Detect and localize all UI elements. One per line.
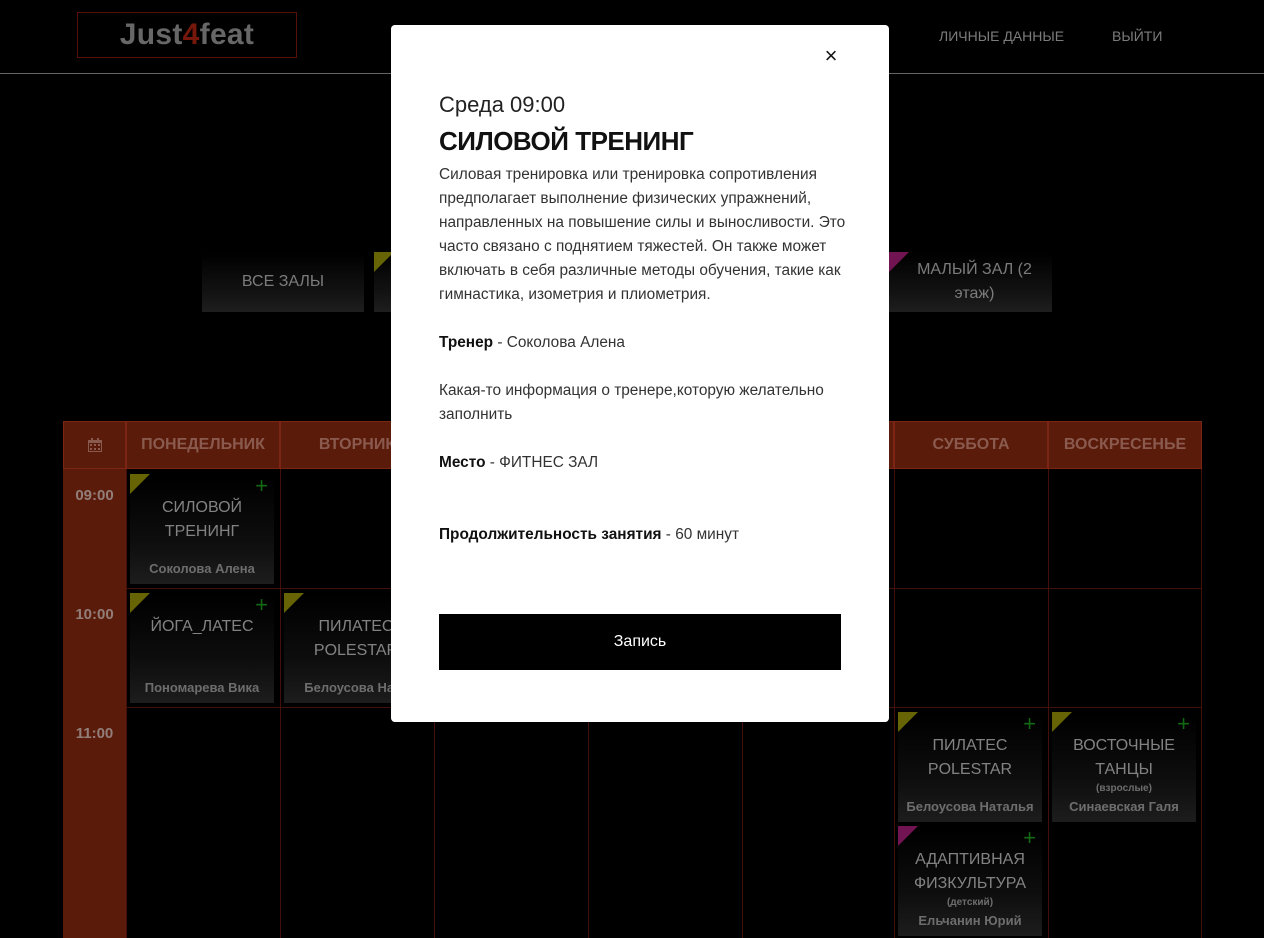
duration-label: Продолжительность занятия: [439, 526, 662, 543]
trainer-label: Тренер: [439, 334, 494, 351]
enroll-button[interactable]: Запись: [439, 614, 841, 670]
place-label: Место: [439, 454, 486, 471]
duration-value: - 60 минут: [661, 526, 740, 543]
place-value: - ФИТНЕС ЗАЛ: [485, 454, 599, 471]
modal-day-time: Среда 09:00: [439, 92, 566, 117]
close-icon[interactable]: ×: [820, 45, 842, 67]
modal-duration: Продолжительность занятия - 60 минут: [439, 523, 739, 547]
modal-trainer: Тренер - Соколова Алена: [439, 331, 625, 355]
modal-description: Силовая тренировка или тренировка сопрот…: [439, 166, 846, 303]
modal-trainer-info: Какая-то информация о тренере,которую же…: [439, 382, 824, 423]
modal-place: Место - ФИТНЕС ЗАЛ: [439, 451, 598, 475]
modal-title: СИЛОВОЙ ТРЕНИНГ: [439, 126, 694, 156]
trainer-value: - Соколова Алена: [493, 334, 625, 351]
